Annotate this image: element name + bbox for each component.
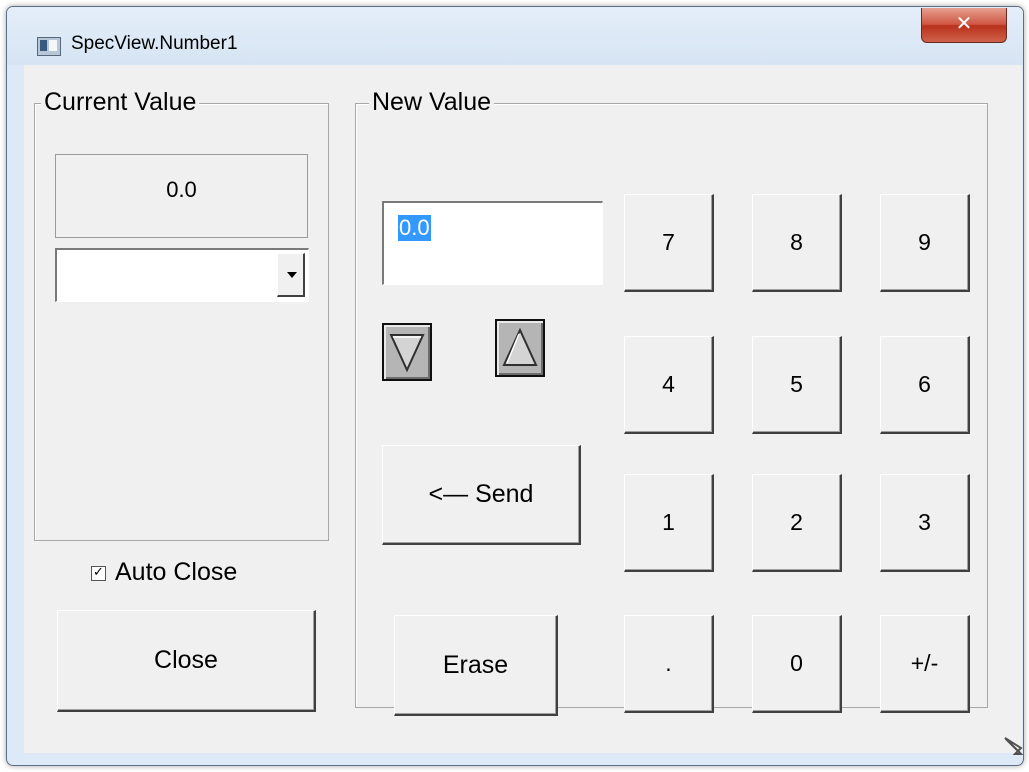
- close-icon: ✕: [955, 11, 973, 35]
- key-decimal-point[interactable]: .: [624, 615, 714, 713]
- new-value-input-text: 0.0: [398, 215, 431, 241]
- key-5[interactable]: 5: [752, 336, 842, 434]
- current-value-label: Current Value: [41, 87, 200, 117]
- triangle-down-icon: [389, 334, 425, 373]
- current-value-display: 0.0: [55, 154, 308, 238]
- erase-button[interactable]: Erase: [394, 615, 558, 716]
- auto-close-checkbox[interactable]: ✓: [91, 566, 106, 581]
- key-4[interactable]: 4: [624, 336, 714, 434]
- key-plus-minus[interactable]: +/-: [880, 615, 970, 713]
- new-value-label: New Value: [369, 87, 495, 117]
- send-button[interactable]: <— Send: [382, 445, 581, 545]
- chevron-down-icon: [287, 272, 297, 278]
- key-7[interactable]: 7: [624, 194, 714, 292]
- decrement-button[interactable]: [382, 323, 432, 381]
- title-bar: SpecView.Number1 ✕: [7, 7, 1023, 65]
- current-value-group: Current Value 0.0: [34, 87, 329, 541]
- window-title: SpecView.Number1: [71, 33, 238, 54]
- key-1[interactable]: 1: [624, 474, 714, 572]
- key-6[interactable]: 6: [880, 336, 970, 434]
- dialog-window: SpecView.Number1 ✕ Current Value 0.0 ✓ A…: [6, 6, 1024, 766]
- value-select[interactable]: [55, 248, 309, 302]
- increment-button[interactable]: [495, 319, 545, 377]
- key-3[interactable]: 3: [880, 474, 970, 572]
- dropdown-arrow-button[interactable]: [277, 253, 305, 297]
- key-8[interactable]: 8: [752, 194, 842, 292]
- key-0[interactable]: 0: [752, 615, 842, 713]
- resize-grip-icon[interactable]: [1003, 736, 1025, 758]
- key-2[interactable]: 2: [752, 474, 842, 572]
- app-icon: [37, 37, 61, 56]
- window-close-button[interactable]: ✕: [921, 8, 1007, 43]
- close-button[interactable]: Close: [57, 610, 316, 712]
- new-value-input[interactable]: 0.0: [382, 201, 603, 285]
- dialog-client-area: Current Value 0.0 ✓ Auto Close Close New…: [24, 65, 1022, 753]
- auto-close-label: Auto Close: [115, 558, 238, 586]
- key-9[interactable]: 9: [880, 194, 970, 292]
- triangle-up-icon: [502, 327, 538, 366]
- new-value-group: New Value 0.0 <— Send Erase 7 8 9 4 5 6 …: [355, 87, 988, 716]
